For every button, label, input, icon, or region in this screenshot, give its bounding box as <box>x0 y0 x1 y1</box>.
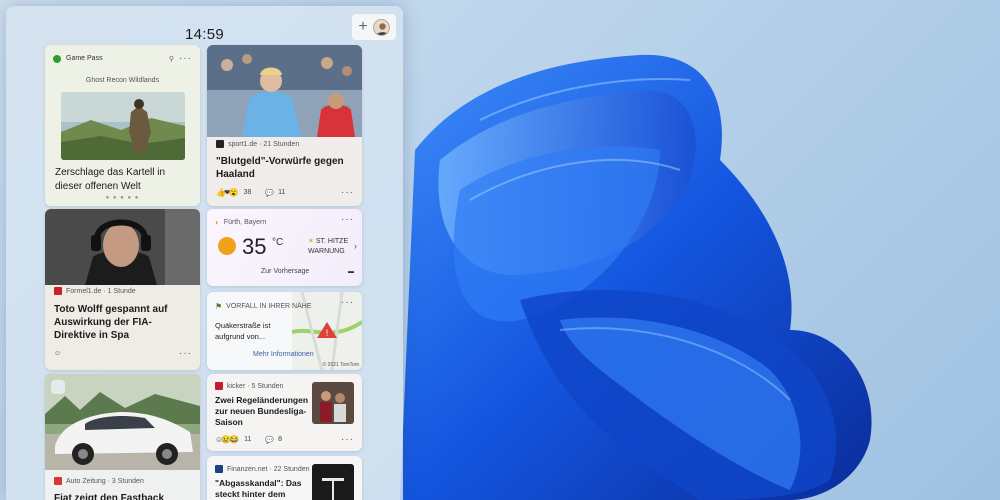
weather-provider-icon: ▬ <box>348 269 354 275</box>
weather-small-icon: ◐ <box>215 218 220 227</box>
carousel-dots[interactable]: ● ● ● ● ● <box>45 195 200 201</box>
user-avatar[interactable] <box>372 18 390 36</box>
news-card-wolff[interactable]: Formel1.de · 1 Stunde Toto Wolff gespann… <box>45 209 200 370</box>
kicker-logo-icon <box>215 382 223 390</box>
autozeitung-logo-icon <box>54 477 62 485</box>
svg-text:!: ! <box>326 328 329 338</box>
news-source: Formel1.de · 1 Stunde <box>54 287 192 295</box>
more-icon[interactable]: ··· <box>341 187 354 198</box>
finanzen-logo-icon <box>215 465 223 473</box>
news-source: Finanzen.net · 22 Stunden <box>227 465 310 473</box>
gamepass-game-title: Ghost Recon Wildlands <box>85 77 160 84</box>
gamepass-label: Game Pass <box>66 55 103 62</box>
news-headline: "Abgasskandal": Das steckt hinter dem <box>215 478 302 499</box>
gamepass-headline: Zerschlage das Kartell in dieser offenen… <box>55 167 166 192</box>
comment-icon[interactable]: 💬 <box>265 189 274 197</box>
warning-icon: ✶ <box>308 238 314 245</box>
news-source: sport1.de · 21 Stunden <box>216 140 354 148</box>
traffic-text: Quäkerstraße ist aufgrund von... <box>215 321 271 341</box>
reaction-icon[interactable]: ☺ <box>54 350 61 357</box>
more-icon[interactable]: ··· <box>179 348 192 359</box>
news-headline: Zwei Regeländerungen zur neuen Bundeslig… <box>215 395 309 427</box>
news-image <box>45 374 200 470</box>
formel1-logo-icon <box>54 287 62 295</box>
news-card-haaland[interactable]: sport1.de · 21 Stunden "Blutgeld"-Vorwür… <box>207 45 362 206</box>
gamepass-card[interactable]: Game Pass ⚲ ··· Ghost Recon Wildlands Ze… <box>45 45 200 206</box>
reactions-count: 38 <box>243 189 252 196</box>
pin-icon[interactable]: ⚲ <box>169 55 174 63</box>
more-icon[interactable]: ··· <box>341 297 354 308</box>
more-icon[interactable]: ··· <box>341 214 354 225</box>
xbox-icon <box>53 54 61 63</box>
weather-card[interactable]: ◐ Fürth, Bayern ··· 35 °C ✶ ST. HITZE WA… <box>207 209 362 286</box>
forecast-link[interactable]: Zur Vorhersage <box>261 268 309 275</box>
news-headline: Toto Wolff gespannt auf Auswirkung der F… <box>54 304 168 341</box>
map-copyright: © 2021 TomTom <box>322 362 359 368</box>
news-thumbnail <box>312 382 354 424</box>
more-info-link[interactable]: Mehr Informationen <box>253 351 314 358</box>
panel-actions: + <box>351 13 397 41</box>
reactions-icon[interactable]: 👍❤😮 <box>216 188 239 197</box>
reactions-icon[interactable]: ☺😢😂 <box>215 435 239 444</box>
comments-count: 11 <box>278 189 286 196</box>
news-source: kicker · 5 Stunden <box>227 382 284 390</box>
game-image[interactable] <box>61 92 185 160</box>
more-icon[interactable]: ··· <box>179 53 192 64</box>
news-image <box>45 209 200 285</box>
sport1-logo-icon <box>216 140 224 148</box>
heat-warning[interactable]: ✶ ST. HITZE WARNUNG <box>308 237 348 257</box>
traffic-card[interactable]: ! ⚑ VORFALL IN IHRER NÄHE ··· Quäkerstra… <box>207 292 362 370</box>
news-headline: Fiat zeigt den Fastback <box>54 493 165 500</box>
panel-clock: 14:59 <box>184 26 225 43</box>
more-icon[interactable]: ··· <box>341 434 354 445</box>
reactions-count: 11 <box>244 436 252 443</box>
widgets-panel: 14:59 + Game Pass ⚲ ··· Ghost Recon Wild… <box>6 6 403 500</box>
add-widget-button[interactable]: + <box>358 19 367 35</box>
news-image <box>207 45 362 137</box>
news-source: Auto Zeitung · 3 Stunden <box>66 477 144 485</box>
incident-small-icon: ⚑ <box>215 302 223 311</box>
weather-location: Fürth, Bayern <box>223 219 267 226</box>
temperature-unit: °C <box>272 237 284 248</box>
news-headline: "Blutgeld"-Vorwürfe gegen Haaland <box>216 156 344 180</box>
temperature-value: 35 <box>242 234 267 259</box>
news-card-kicker[interactable]: kicker · 5 Stunden Zwei Regeländerungen … <box>207 374 362 451</box>
comments-count: 8 <box>278 436 282 443</box>
news-card-fiat[interactable]: Auto Zeitung · 3 Stunden Fiat zeigt den … <box>45 374 200 500</box>
sun-icon <box>218 237 236 255</box>
comment-icon[interactable]: 💬 <box>265 436 274 444</box>
news-card-finanzen[interactable]: Finanzen.net · 22 Stunden "Abgasskandal"… <box>207 456 362 500</box>
news-thumbnail <box>312 464 354 500</box>
chevron-right-icon[interactable]: › <box>354 241 357 251</box>
traffic-label: VORFALL IN IHRER NÄHE <box>226 303 312 310</box>
